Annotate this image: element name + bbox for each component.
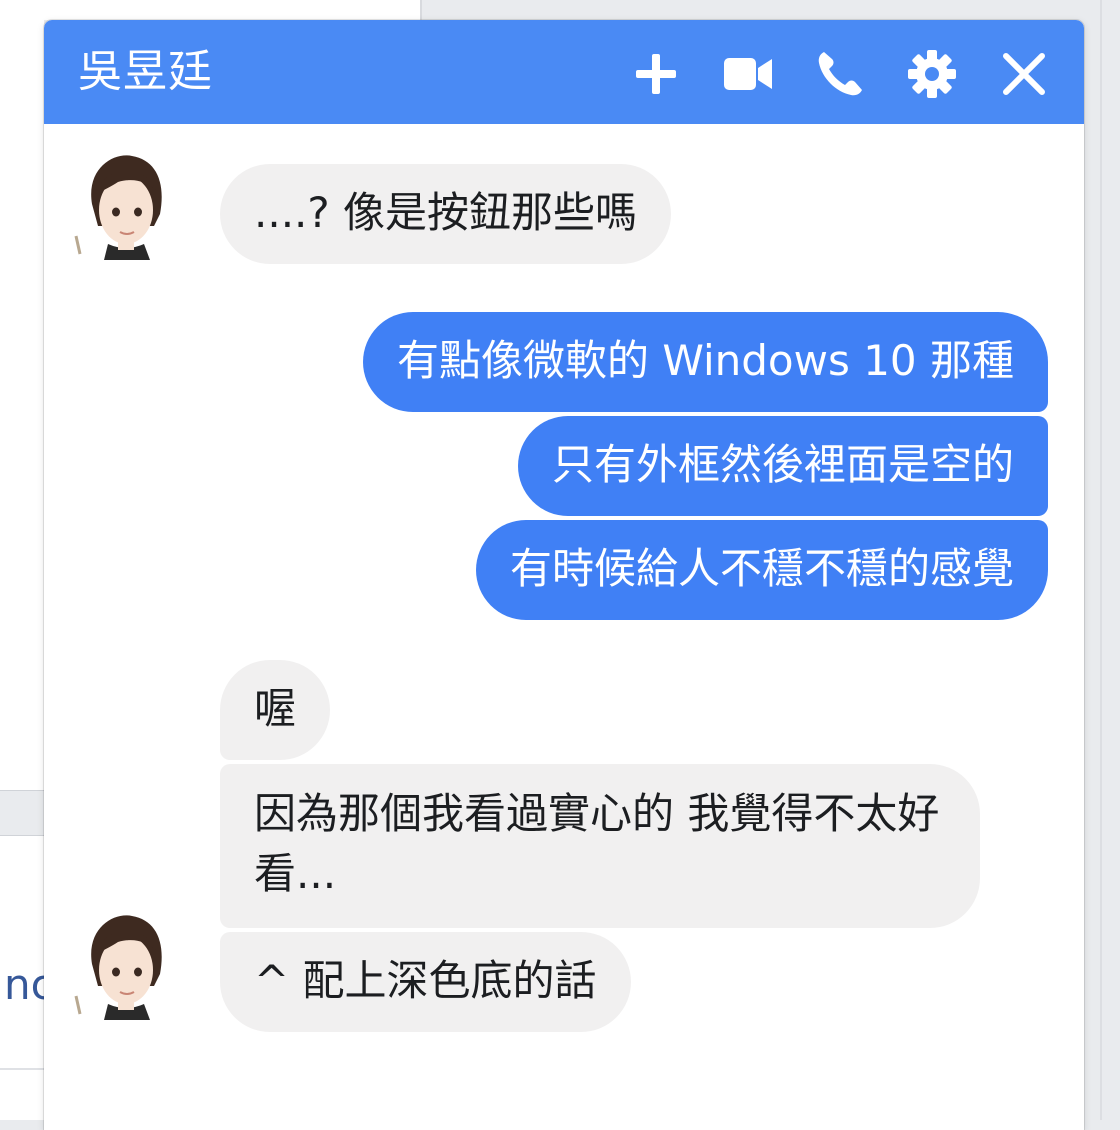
background-strip xyxy=(0,790,44,836)
chat-header[interactable]: 吳昱廷 xyxy=(44,20,1084,124)
background-divider xyxy=(420,0,422,20)
message-bubble-outgoing[interactable]: 有時候給人不穩不穩的感覺 xyxy=(475,520,1048,620)
avatar[interactable] xyxy=(74,908,174,1020)
gear-icon[interactable] xyxy=(906,48,958,100)
video-camera-icon[interactable] xyxy=(722,48,774,100)
message-bubble-outgoing[interactable]: 有點像微軟的 Windows 10 那種 xyxy=(363,312,1048,412)
avatar[interactable] xyxy=(74,148,174,260)
chat-title[interactable]: 吳昱廷 xyxy=(78,46,213,98)
message-bubble-incoming[interactable]: ^ 配上深色底的話 xyxy=(220,932,631,1032)
chat-window: 吳昱廷 ....? 像是按鈕那些嗎 有點像微軟的 Windows 10 那種 只… xyxy=(44,20,1084,1130)
background-partial-text: nc xyxy=(4,960,44,1009)
background-page-left xyxy=(0,0,44,1120)
message-bubble-incoming[interactable]: ....? 像是按鈕那些嗎 xyxy=(220,164,672,264)
background-divider-right xyxy=(1100,0,1102,1120)
plus-icon[interactable] xyxy=(630,48,682,100)
background-divider-bottom xyxy=(0,1068,44,1070)
message-bubble-incoming[interactable]: 因為那個我看過實心的 我覺得不太好看... xyxy=(220,764,980,928)
phone-icon[interactable] xyxy=(814,48,866,100)
message-bubble-incoming[interactable]: 喔 xyxy=(220,660,331,760)
background-page-right xyxy=(1084,0,1120,1120)
message-bubble-outgoing[interactable]: 只有外框然後裡面是空的 xyxy=(517,416,1048,516)
close-icon[interactable] xyxy=(998,48,1050,100)
background-page-top xyxy=(0,0,420,20)
